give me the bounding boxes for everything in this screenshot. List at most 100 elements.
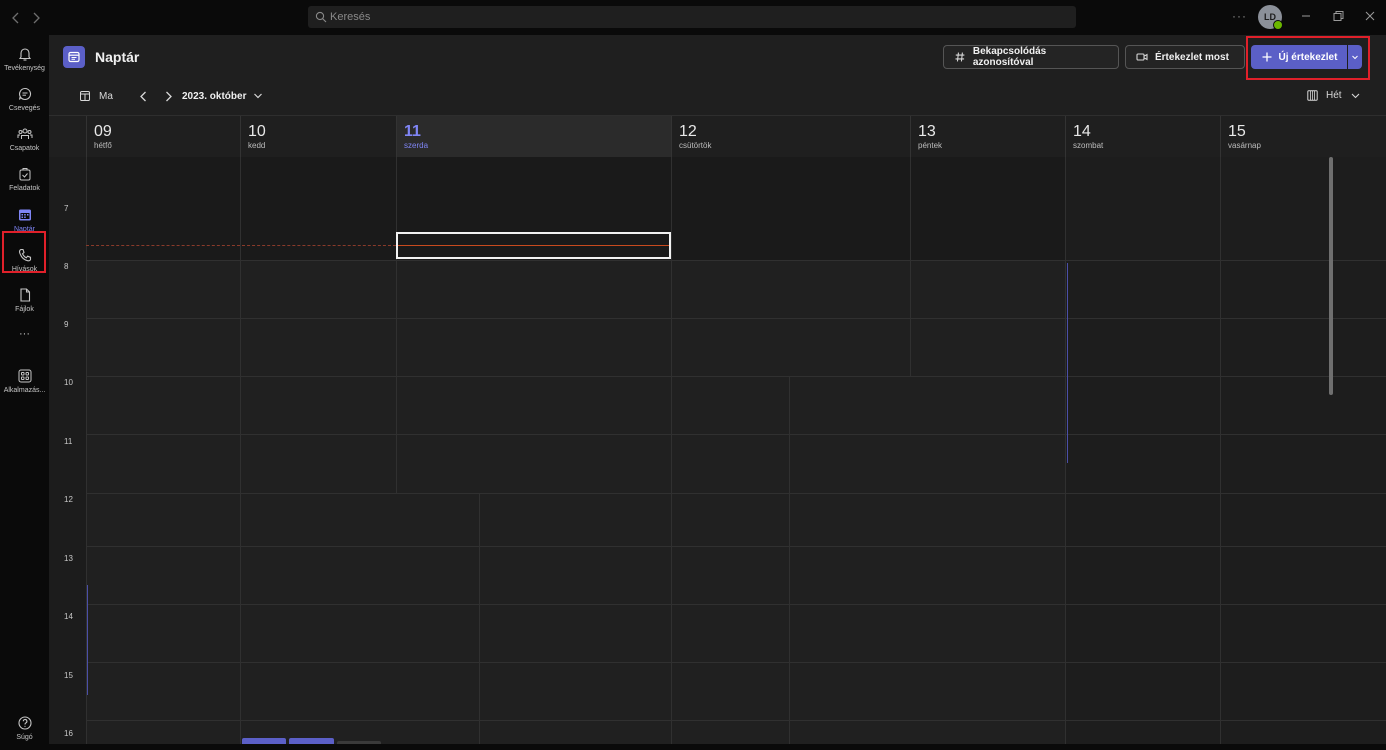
meet-now-button[interactable]: Értekezlet most — [1125, 45, 1245, 69]
minimize-icon[interactable] — [1299, 9, 1313, 23]
day-name: péntek — [918, 141, 943, 150]
forward-arrow-icon[interactable] — [28, 10, 44, 26]
hour-label: 16 — [64, 729, 73, 738]
chevron-down-icon — [1351, 93, 1359, 99]
hour-label: 11 — [64, 437, 73, 446]
app-rail: Tevékenység Csevegés Csapatok Feladatok … — [0, 35, 49, 744]
day-divider — [1065, 157, 1066, 744]
search-box[interactable] — [308, 6, 1076, 28]
more-icon: ··· — [19, 328, 30, 340]
tasks-icon — [17, 166, 33, 182]
calendar-toolbar: Ma 2023. október Hét — [49, 80, 1386, 115]
day-header-row: 09 hétfő 10 kedd 11 szerda 12 csütörtök … — [49, 115, 1386, 157]
join-with-id-button[interactable]: Bekapcsolódás azonosítóval — [943, 45, 1119, 69]
hour-line — [86, 604, 1386, 605]
day-divider — [910, 157, 911, 376]
bell-icon — [17, 46, 33, 62]
calendar-highlight-box — [2, 231, 46, 273]
day-header-wednesday[interactable]: 11 szerda — [396, 116, 671, 157]
rail-item-label: Súgó — [16, 734, 33, 741]
join-with-id-label: Bekapcsolódás azonosítóval — [972, 46, 1047, 68]
search-input[interactable] — [330, 6, 1030, 28]
day-name: vasárnap — [1228, 141, 1261, 150]
rail-item-more[interactable]: ··· — [0, 323, 49, 363]
day-name: szombat — [1073, 141, 1104, 150]
rail-item-apps[interactable]: Alkalmazás... — [0, 363, 49, 403]
restore-icon[interactable] — [1331, 9, 1345, 23]
hour-label: 14 — [64, 612, 73, 621]
day-header-friday[interactable]: 13 péntek — [910, 116, 1065, 157]
hour-line — [86, 493, 1386, 494]
day-number: 11 — [404, 123, 421, 140]
calendar-event[interactable] — [242, 738, 286, 744]
video-camera-icon — [1136, 53, 1148, 61]
week-grid[interactable]: 7 8 9 10 11 12 13 14 15 16 — [49, 157, 1386, 744]
event-indicator — [87, 585, 88, 695]
view-switcher[interactable]: Hét — [1307, 90, 1361, 101]
apps-icon — [17, 368, 33, 384]
selected-time-slot[interactable] — [396, 232, 671, 259]
day-divider — [396, 157, 397, 493]
hour-label: 8 — [64, 262, 69, 271]
close-icon[interactable] — [1363, 9, 1377, 23]
calendar-app-icon — [63, 46, 85, 68]
hour-label: 13 — [64, 554, 73, 563]
day-header-sunday[interactable]: 15 vasárnap — [1220, 116, 1386, 157]
rail-item-label: Csevegés — [8, 105, 41, 112]
day-divider — [479, 493, 480, 744]
presence-status-icon — [1273, 20, 1283, 30]
hour-line — [86, 662, 1386, 663]
day-number: 15 — [1228, 123, 1246, 140]
calendar-header: Naptár Bekapcsolódás azonosítóval Érteke… — [49, 35, 1386, 80]
more-options-button[interactable]: ··· — [1232, 9, 1247, 23]
month-picker[interactable]: 2023. október — [182, 90, 264, 102]
file-icon — [17, 287, 33, 303]
help-icon — [17, 715, 33, 731]
back-arrow-icon[interactable] — [8, 10, 24, 26]
day-header-thursday[interactable]: 12 csütörtök — [671, 116, 910, 157]
day-header-monday[interactable]: 09 hétfő — [86, 116, 240, 157]
rail-item-teams[interactable]: Csapatok — [0, 121, 49, 161]
calendar-icon — [17, 207, 33, 223]
current-time-line — [86, 245, 396, 246]
next-week-icon[interactable] — [162, 90, 175, 103]
calendar-event[interactable] — [289, 738, 334, 744]
day-number: 10 — [248, 123, 266, 140]
day-number: 14 — [1073, 123, 1091, 140]
day-divider — [671, 157, 672, 744]
rail-item-activity[interactable]: Tevékenység — [0, 41, 49, 81]
hour-line — [86, 260, 1386, 261]
hashtag-icon — [955, 52, 965, 62]
hours-column: 7 8 9 10 11 12 13 14 15 16 — [49, 157, 86, 744]
rail-item-tasks[interactable]: Feladatok — [0, 161, 49, 201]
new-meeting-highlight-box — [1246, 36, 1370, 80]
day-divider — [789, 376, 790, 744]
weekend-zone — [1066, 157, 1386, 744]
day-number: 13 — [918, 123, 936, 140]
day-header-saturday[interactable]: 14 szombat — [1065, 116, 1220, 157]
chat-icon — [17, 86, 33, 102]
grid-scrollbar[interactable] — [1329, 157, 1333, 395]
hour-line — [86, 546, 1386, 547]
hour-label: 7 — [64, 204, 69, 213]
day-name: szerda — [404, 141, 429, 150]
rail-item-chat[interactable]: Csevegés — [0, 81, 49, 121]
day-name: csütörtök — [679, 141, 712, 150]
avatar[interactable]: LD — [1258, 5, 1283, 30]
teams-icon — [17, 126, 33, 142]
event-indicator — [1067, 263, 1068, 463]
rail-item-help[interactable]: Súgó — [0, 710, 49, 750]
month-label: 2023. október — [182, 90, 247, 102]
day-header-tuesday[interactable]: 10 kedd — [240, 116, 396, 157]
rail-item-label: Feladatok — [9, 185, 40, 192]
day-number: 12 — [679, 123, 697, 140]
calendar-today-icon — [80, 91, 90, 101]
previous-week-icon[interactable] — [137, 90, 150, 103]
rail-item-label: Alkalmazás... — [3, 387, 46, 394]
search-icon — [315, 11, 327, 23]
hour-line — [86, 434, 1386, 435]
week-view-icon — [1307, 90, 1318, 101]
rail-item-files[interactable]: Fájlok — [0, 282, 49, 322]
hour-label: 9 — [64, 320, 69, 329]
today-button[interactable]: Ma — [79, 90, 113, 102]
